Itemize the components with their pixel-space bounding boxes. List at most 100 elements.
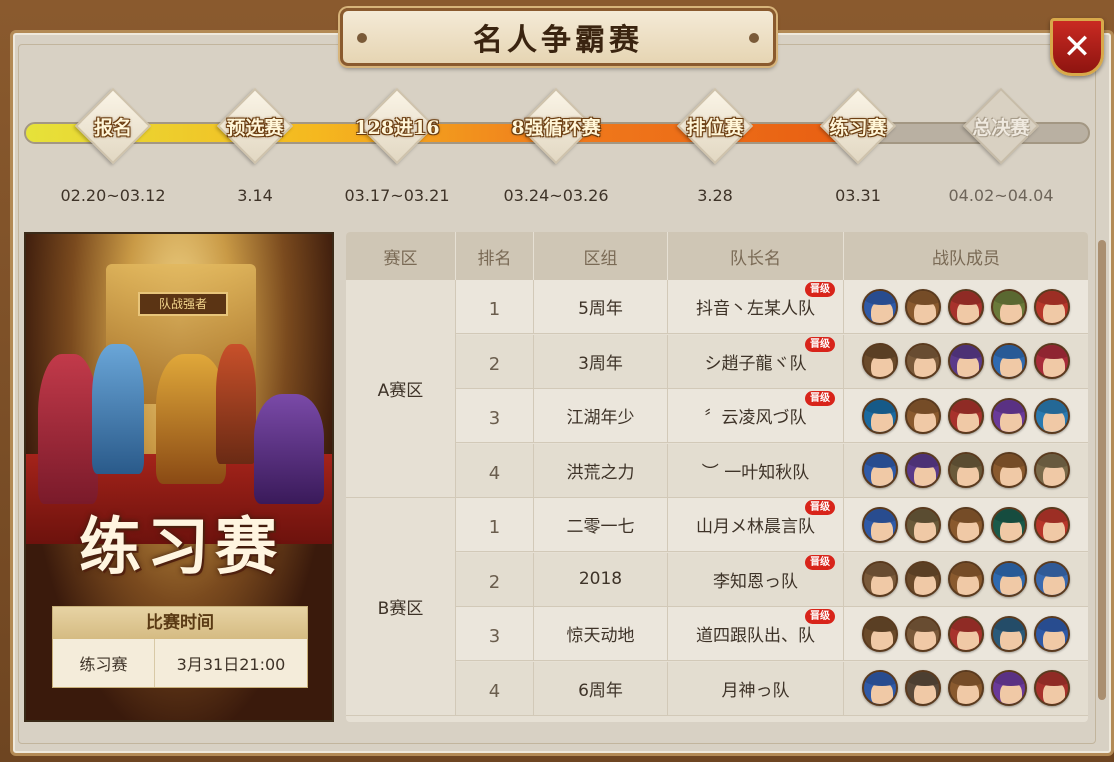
table-row[interactable]: 1 二零一七 山月メ林晨言队 晋级 (456, 498, 1088, 552)
match-time-row: 练习赛 3月31日21:00 (53, 639, 307, 687)
table-row[interactable]: 3 惊天动地 道四跟队出、队 晋级 (456, 607, 1088, 661)
members-cell (844, 389, 1088, 442)
captain-name: 抖音丶左某人队 (696, 299, 815, 319)
member-avatar[interactable] (905, 397, 941, 434)
member-avatar[interactable] (1034, 615, 1070, 652)
member-avatar[interactable] (1034, 343, 1070, 379)
member-avatar[interactable] (991, 452, 1027, 488)
stage-node-3[interactable]: 128进16 (322, 87, 472, 165)
table-row[interactable]: 3 江湖年少 〞云凌风づ队 晋级 (456, 389, 1088, 443)
captain-name: 〞云凌风づ队 (704, 408, 807, 428)
stage-date: 03.17~03.21 (344, 186, 450, 205)
member-avatar[interactable] (991, 506, 1027, 543)
member-avatar[interactable] (948, 506, 984, 543)
members-cell (844, 498, 1088, 551)
member-avatar[interactable] (948, 561, 984, 597)
rank-cell: 2 (456, 334, 534, 388)
group-cell: 6周年 (534, 661, 668, 715)
stage-node-2[interactable]: 预选赛 (180, 87, 330, 165)
advance-badge: 晋级 (805, 282, 835, 297)
member-avatar[interactable] (1034, 452, 1070, 488)
captain-name: 山月メ林晨言队 (696, 517, 815, 537)
captain-cell: 李知恩っ队 晋级 (668, 552, 844, 606)
close-button[interactable]: ✕ (1050, 18, 1104, 76)
table-row[interactable]: 4 6周年 月神っ队 (456, 661, 1088, 716)
captain-cell: 抖音丶左某人队 晋级 (668, 280, 844, 333)
stage-label: 总决赛 (972, 116, 1030, 139)
zone-cell: B赛区 (346, 498, 456, 716)
member-avatar[interactable] (948, 343, 984, 379)
member-avatar[interactable] (1034, 561, 1070, 597)
captain-cell: 〞云凌风づ队 晋级 (668, 389, 844, 442)
member-avatar[interactable] (948, 615, 984, 652)
header-zone: 赛区 (346, 232, 456, 280)
stage-date: 03.24~03.26 (503, 186, 609, 205)
event-poster: 队战强者 练习赛 比赛时间 练习赛 3月31日21:00 (24, 232, 334, 722)
table-row[interactable]: 2 3周年 シ趙子龍ヾ队 晋级 (456, 334, 1088, 389)
member-avatar[interactable] (991, 561, 1027, 597)
member-avatar[interactable] (1034, 506, 1070, 543)
stage-label: 128进16 (354, 116, 440, 139)
stage-node-1[interactable]: 报名 (38, 87, 188, 165)
header-group: 区组 (534, 232, 668, 280)
member-avatar[interactable] (991, 397, 1027, 434)
table-row[interactable]: 1 5周年 抖音丶左某人队 晋级 (456, 280, 1088, 334)
member-avatar[interactable] (948, 452, 984, 488)
member-avatar[interactable] (905, 561, 941, 597)
title-plate: 名人争霸赛 (340, 8, 776, 66)
member-avatar[interactable] (991, 615, 1027, 652)
stage-label: 8强循环赛 (511, 116, 601, 139)
captain-cell: 山月メ林晨言队 晋级 (668, 498, 844, 551)
poster-sign: 队战强者 (138, 292, 228, 316)
hero-figure-left (38, 354, 98, 504)
header-captain: 队长名 (668, 232, 844, 280)
members-cell (844, 444, 1088, 497)
table-header: 赛区 排名 区组 队长名 战队成员 (346, 232, 1088, 280)
member-avatar[interactable] (905, 343, 941, 379)
member-avatar[interactable] (1034, 288, 1070, 325)
rank-cell: 2 (456, 552, 534, 606)
member-avatar[interactable] (862, 397, 898, 434)
stage-label: 预选赛 (226, 116, 284, 139)
member-avatar[interactable] (862, 452, 898, 488)
member-avatar[interactable] (991, 343, 1027, 379)
stage-node-7[interactable]: 总决赛 (926, 87, 1076, 165)
advance-badge: 晋级 (805, 609, 835, 624)
member-avatar[interactable] (862, 561, 898, 597)
captain-cell: 月神っ队 (668, 661, 844, 715)
member-avatar[interactable] (991, 670, 1027, 706)
scrollbar[interactable] (1098, 240, 1106, 700)
member-avatar[interactable] (862, 670, 898, 706)
member-avatar[interactable] (905, 506, 941, 543)
table-row[interactable]: 4 洪荒之力 ︶ 一叶知秋队 (456, 443, 1088, 498)
zone-cell: A赛区 (346, 280, 456, 498)
members-cell (844, 280, 1088, 333)
member-avatar[interactable] (862, 506, 898, 543)
advance-badge: 晋级 (805, 391, 835, 406)
match-datetime: 3月31日21:00 (176, 655, 286, 674)
member-avatar[interactable] (1034, 670, 1070, 706)
members-cell (844, 662, 1088, 715)
member-avatar[interactable] (862, 343, 898, 379)
member-avatar[interactable] (905, 452, 941, 488)
member-avatar[interactable] (948, 288, 984, 325)
stage-date: 3.14 (237, 186, 273, 205)
member-avatar[interactable] (862, 288, 898, 325)
stage-node-5[interactable]: 排位赛 (640, 87, 790, 165)
group-cell: 3周年 (534, 334, 668, 388)
stage-label: 练习赛 (829, 116, 887, 139)
stage-node-6[interactable]: 练习赛 (783, 87, 933, 165)
stage-node-4[interactable]: 8强循环赛 (481, 87, 631, 165)
members-cell (844, 553, 1088, 606)
member-avatar[interactable] (948, 397, 984, 434)
table-row[interactable]: 2 2018 李知恩っ队 晋级 (456, 552, 1088, 607)
member-avatar[interactable] (1034, 397, 1070, 434)
member-avatar[interactable] (948, 670, 984, 706)
member-avatar[interactable] (862, 615, 898, 652)
members-cell (844, 335, 1088, 388)
member-avatar[interactable] (905, 288, 941, 325)
page-title: 名人争霸赛 (473, 23, 643, 58)
member-avatar[interactable] (905, 615, 941, 652)
member-avatar[interactable] (905, 670, 941, 706)
member-avatar[interactable] (991, 288, 1027, 325)
